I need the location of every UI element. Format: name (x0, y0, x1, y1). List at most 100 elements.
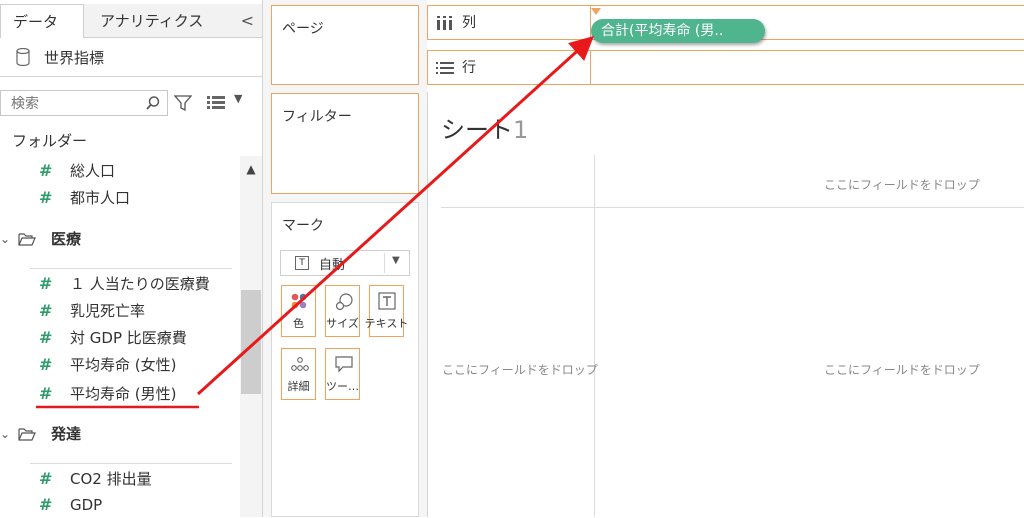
color-button[interactable]: 色 (281, 285, 316, 337)
field-item[interactable]: # １ 人当たりの医療費 (30, 271, 232, 297)
field-item[interactable]: # 平均寿命 (女性) (30, 352, 232, 378)
folder-open-icon (18, 233, 36, 246)
chevron-down-icon[interactable]: ▼ (392, 255, 400, 266)
field-item[interactable]: # CO2 排出量 (30, 466, 232, 492)
tooltip-label: ツー… (326, 380, 359, 393)
measure-icon: # (39, 274, 53, 293)
field-label: CO2 排出量 (70, 470, 152, 488)
sheet-title-text: シート (441, 116, 513, 144)
scroll-up-icon[interactable]: ▲ (240, 162, 262, 176)
folder-item[interactable]: ⌄ 医療 (0, 225, 232, 253)
search-box[interactable] (0, 90, 168, 116)
folder-label: 発達 (51, 425, 82, 443)
tab-analytics-label: アナリティクス (100, 12, 204, 30)
divider (384, 253, 385, 273)
drop-zone-marks[interactable]: ここにフィールドをドロップ (824, 361, 980, 378)
folder-heading: フォルダー (12, 132, 88, 150)
list-view-icon[interactable] (207, 96, 225, 110)
field-item[interactable]: # GDP (30, 492, 232, 518)
folder-item[interactable]: ⌄ 発達 (0, 420, 232, 448)
chevron-down-icon[interactable]: ⌄ (0, 225, 10, 253)
measure-icon: # (39, 161, 53, 180)
chevron-down-icon[interactable]: ⌄ (0, 420, 10, 448)
rows-label: 行 (462, 60, 476, 76)
field-item[interactable]: # 総人口 (30, 158, 232, 184)
collapse-pane-icon[interactable]: < (241, 4, 254, 38)
divider (30, 463, 232, 464)
color-icon (291, 293, 307, 309)
sheet-title-number: 1 (513, 116, 529, 144)
pages-title: ページ (282, 21, 324, 37)
scrollbar[interactable]: ▲ (240, 156, 262, 517)
color-label: 色 (293, 317, 304, 330)
size-label: サイズ (326, 317, 359, 330)
sheet-title: シート1 (441, 110, 528, 145)
size-icon (335, 293, 353, 311)
field-label: GDP (70, 496, 103, 514)
columns-label-area: 列 (428, 6, 591, 39)
filter-icon[interactable] (174, 94, 192, 112)
drop-indicator-icon (591, 8, 601, 15)
text-icon (378, 292, 396, 310)
cards-pane: ページ フィルター マーク T 自動 ▼ 色 サイズ テキスト 詳細 ツー… (263, 0, 427, 517)
detail-button[interactable]: 詳細 (281, 348, 316, 400)
filters-shelf[interactable]: フィルター (271, 93, 419, 194)
field-label: 平均寿命 (男性) (70, 385, 177, 403)
divider (30, 268, 232, 269)
rows-shelf[interactable]: 行 (427, 50, 1024, 85)
rows-icon (436, 62, 454, 74)
columns-icon (437, 16, 452, 30)
field-item[interactable]: # 乳児死亡率 (30, 298, 232, 324)
sheet-view: シート1 ここにフィールドをドロップ ここにフィールドをドロップ ここにフィール… (427, 92, 1024, 517)
pages-shelf[interactable]: ページ (271, 5, 419, 85)
field-label: 都市人口 (70, 189, 131, 207)
search-icon[interactable] (145, 95, 161, 111)
field-label: １ 人当たりの医療費 (70, 275, 210, 293)
field-label: 平均寿命 (女性) (70, 356, 177, 374)
divider (594, 155, 595, 517)
data-pane: データ アナリティクス < 世界指標 ▼ フォルダー # 総人口 # 都市人口 (0, 0, 263, 517)
measure-icon: # (39, 355, 53, 374)
text-mark-icon: T (295, 256, 309, 270)
measure-icon: # (39, 384, 53, 403)
tooltip-icon (335, 356, 353, 373)
chevron-down-icon[interactable]: ▼ (234, 92, 242, 105)
measure-icon: # (39, 469, 53, 488)
field-label: 総人口 (70, 162, 116, 180)
measure-pill[interactable]: 合計(平均寿命 (男.. (591, 19, 765, 43)
filters-title: フィルター (282, 109, 352, 125)
marks-card: マーク T 自動 ▼ 色 サイズ テキスト 詳細 ツー… (271, 202, 419, 517)
search-input[interactable] (9, 92, 143, 116)
datasource-label: 世界指標 (44, 49, 105, 67)
datasource-item[interactable]: 世界指標 (0, 40, 262, 77)
measure-icon: # (39, 188, 53, 207)
drop-zone-rows[interactable]: ここにフィールドをドロップ (442, 361, 598, 378)
measure-icon: # (39, 328, 53, 347)
text-button[interactable]: テキスト (365, 285, 408, 337)
columns-label: 列 (462, 15, 476, 31)
detail-icon (291, 357, 309, 371)
rows-label-area: 行 (428, 51, 591, 84)
marks-title: マーク (282, 218, 324, 234)
field-item[interactable]: # 都市人口 (30, 185, 232, 211)
text-label: テキスト (364, 317, 409, 330)
divider (441, 207, 1024, 208)
detail-label: 詳細 (287, 380, 310, 393)
folder-open-icon (18, 428, 36, 441)
field-item[interactable]: # 対 GDP 比医療費 (30, 325, 232, 351)
mark-type-label: 自動 (319, 258, 346, 273)
tab-analytics[interactable]: アナリティクス < (84, 4, 262, 38)
folder-label: 医療 (51, 230, 82, 248)
measure-icon: # (39, 301, 53, 320)
tooltip-button[interactable]: ツー… (325, 348, 360, 400)
size-button[interactable]: サイズ (325, 285, 360, 337)
scrollbar-thumb[interactable] (241, 290, 261, 394)
field-label: 乳児死亡率 (70, 302, 146, 320)
tab-data[interactable]: データ (0, 4, 84, 38)
mark-type-dropdown[interactable]: T 自動 ▼ (280, 250, 410, 276)
field-label: 対 GDP 比医療費 (70, 329, 187, 347)
field-item-dragged[interactable]: # 平均寿命 (男性) (30, 381, 232, 407)
drop-zone-columns[interactable]: ここにフィールドをドロップ (824, 176, 980, 193)
database-icon (16, 48, 30, 66)
measure-icon: # (39, 495, 53, 514)
